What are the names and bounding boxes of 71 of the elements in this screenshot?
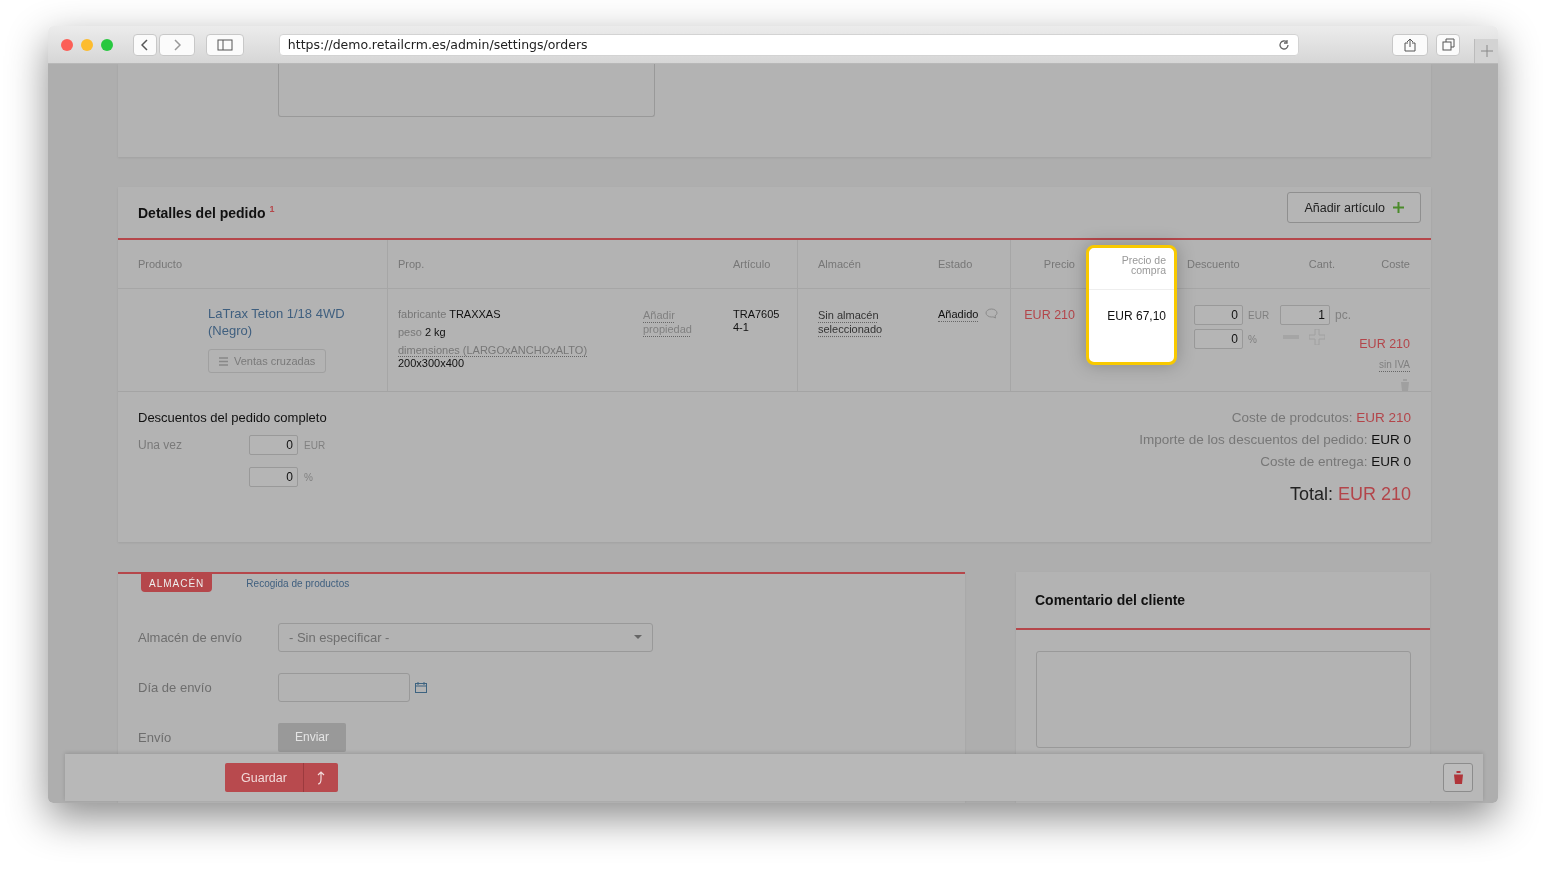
field-label: Envío <box>138 729 173 745</box>
status-link[interactable]: Añadido <box>938 308 979 322</box>
caret-icon <box>634 635 642 639</box>
percent-label: % <box>304 471 313 483</box>
column-header: Estado <box>938 258 973 270</box>
sku-text: TRA7605 4-1 <box>733 308 780 333</box>
field-label: Almacén de envío <box>138 629 244 645</box>
new-tab-button[interactable] <box>1474 39 1498 63</box>
column-header: Producto <box>138 258 183 270</box>
sidebar-icon <box>216 38 233 51</box>
column-header: Prop. <box>398 258 425 270</box>
reload-icon[interactable] <box>1278 38 1291 51</box>
zoom-icon[interactable] <box>101 38 113 51</box>
forward-button[interactable] <box>159 33 195 56</box>
cost-text: EUR 210 <box>1359 337 1410 351</box>
property-text: dimensiones (LARGOxANCHOxALTO) 200x300x400 <box>398 344 589 370</box>
plus-icon <box>1393 202 1404 213</box>
column-header: Cant. <box>1308 258 1335 270</box>
list-icon <box>219 356 228 366</box>
total-line: Coste de entrega: EUR 0 <box>1259 454 1411 469</box>
tabs-button[interactable] <box>1436 33 1461 56</box>
tabs-icon <box>1441 38 1455 51</box>
column-header: Descuento <box>1187 258 1240 270</box>
field-label: Día de envío <box>138 679 213 695</box>
column-header: Artículo <box>733 258 771 270</box>
column-header: Precio de compra <box>1121 254 1166 276</box>
add-item-button[interactable]: Añadir artículo <box>1287 192 1421 223</box>
order-discount-percent-field[interactable]: 0 <box>249 467 298 487</box>
calendar-icon[interactable] <box>415 681 427 693</box>
chevron-left-icon <box>141 38 149 51</box>
date-field[interactable] <box>278 672 410 702</box>
total-line: Importe de los descuentos del pedido: EUR 0 <box>1139 432 1411 447</box>
section-title: Detalles del pedido $^{1}$ <box>138 204 275 221</box>
plus-icon <box>1480 45 1493 57</box>
column-header: Almacén <box>818 258 861 270</box>
section-tab[interactable]: Recogida de productos <box>246 574 350 589</box>
minimize-icon[interactable] <box>81 38 93 51</box>
column-header: Precio <box>1043 258 1075 270</box>
column-header: Coste <box>1381 258 1410 270</box>
share-icon <box>1404 37 1417 52</box>
section-tab[interactable]: ALMACÉN <box>141 574 213 592</box>
share-button[interactable] <box>1392 33 1429 56</box>
property-text: peso 2 kg <box>398 326 447 339</box>
sidebar-button[interactable] <box>206 33 244 56</box>
section-title: Comentario del cliente <box>1035 592 1186 608</box>
arrow-up-icon <box>316 770 325 785</box>
chevron-right-icon <box>173 38 181 51</box>
comment-icon[interactable] <box>985 308 999 319</box>
discount-percent-field[interactable]: 0 <box>1194 329 1243 349</box>
text-area[interactable] <box>278 64 655 117</box>
quantity-field[interactable]: 1 <box>1280 305 1330 325</box>
save-button[interactable]: Guardar <box>225 763 303 792</box>
discount-label: Una vez <box>138 438 184 452</box>
product-link[interactable]: LaTrax Teton 1/18 4WD (Negro) <box>208 305 358 339</box>
trash-icon <box>1452 771 1464 784</box>
total-line: Coste de prodcutos: EUR 210 <box>1230 410 1411 425</box>
address-bar[interactable]: https://demo.retailcrm.es/admin/settings/orders <box>278 33 1300 56</box>
comment-field[interactable] <box>1036 651 1411 748</box>
property-text: fabricante TRAXXAS <box>398 308 502 321</box>
discount-title: Descuentos del pedido completo <box>138 410 327 425</box>
percent-label: % <box>1248 333 1257 345</box>
grand-total: Total: EUR 210 <box>1288 484 1411 505</box>
back-button[interactable] <box>133 33 157 56</box>
order-discount-amount-field[interactable]: 0 <box>249 435 298 455</box>
price-text: EUR 210 <box>1024 308 1075 322</box>
warehouse-link[interactable]: Sin almacén seleccionado <box>818 308 918 336</box>
delete-button[interactable] <box>1443 763 1473 792</box>
close-icon[interactable] <box>61 38 73 51</box>
save-and-exit-button[interactable] <box>302 763 338 792</box>
discount-amount-field[interactable]: 0 <box>1194 305 1243 325</box>
purchase-price-text: EUR 67,10 <box>1107 309 1166 323</box>
